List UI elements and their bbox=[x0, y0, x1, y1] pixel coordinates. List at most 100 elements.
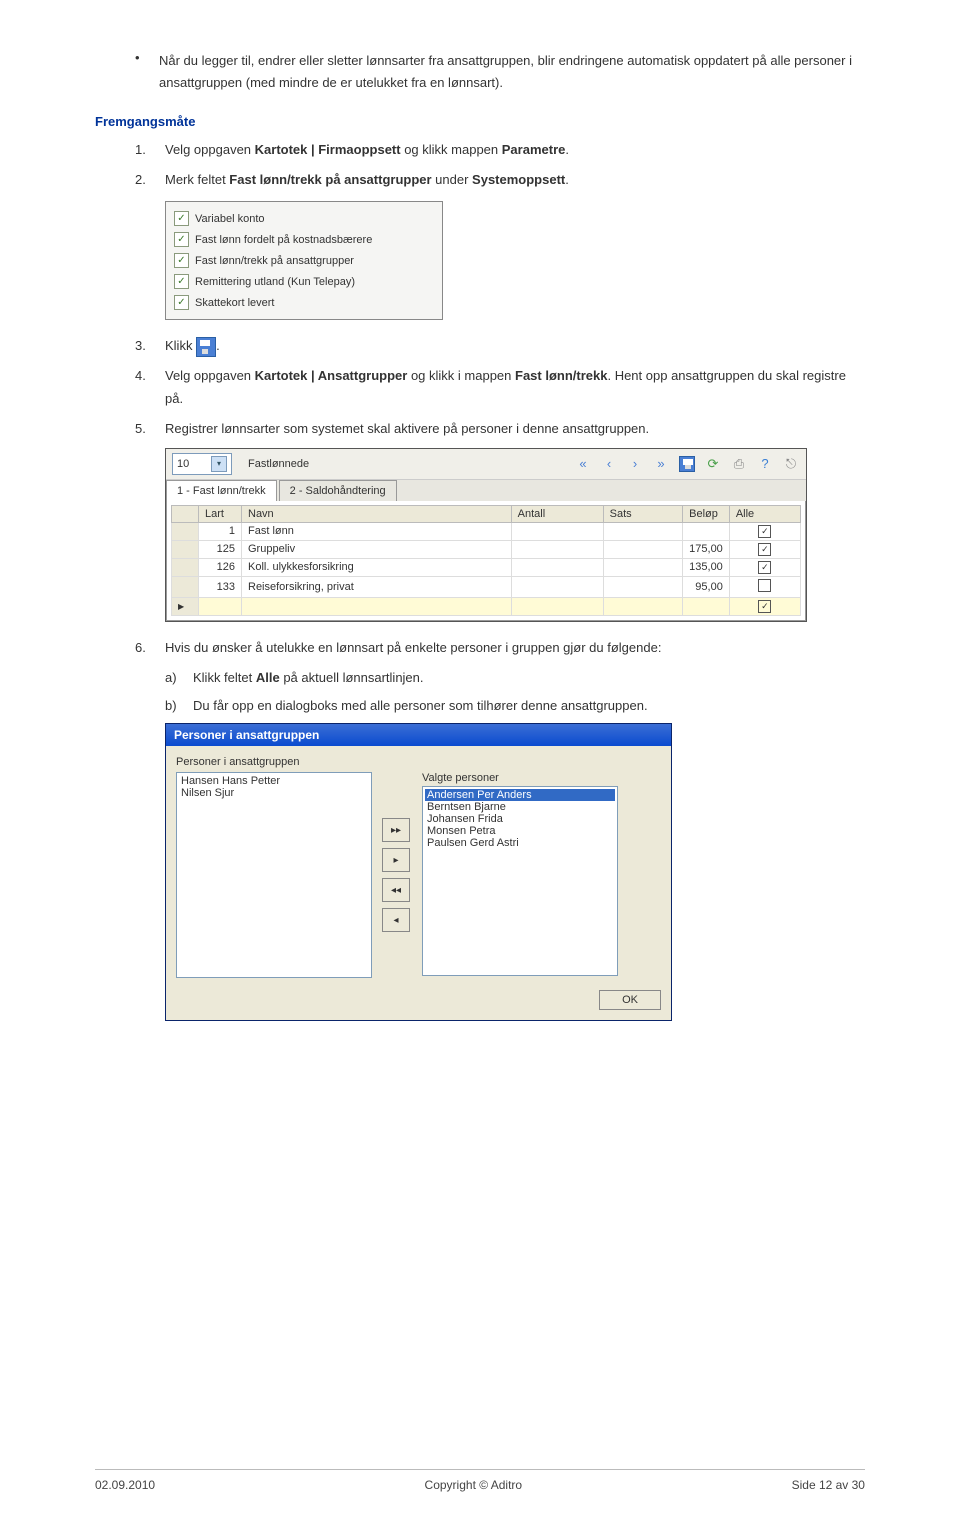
save-icon bbox=[196, 337, 216, 357]
exit-icon[interactable]: ⎋ bbox=[782, 455, 800, 473]
print-icon[interactable]: ⎙ bbox=[730, 455, 748, 473]
checkbox-label: Skattekort levert bbox=[195, 297, 274, 309]
page-footer: 02.09.2010 Copyright © Aditro Side 12 av… bbox=[95, 1469, 865, 1492]
footer-page: Side 12 av 30 bbox=[792, 1478, 865, 1492]
first-icon[interactable]: « bbox=[574, 455, 592, 473]
tab-fast-lonn[interactable]: 1 - Fast lønn/trekk bbox=[166, 480, 277, 501]
footer-copyright: Copyright © Aditro bbox=[425, 1478, 523, 1492]
checkbox-icon[interactable]: ✓ bbox=[758, 543, 771, 556]
list-item[interactable]: Nilsen Sjur bbox=[179, 787, 369, 799]
checkbox-row[interactable]: ✓ Remittering utland (Kun Telepay) bbox=[174, 271, 434, 292]
step-number: 1. bbox=[135, 139, 165, 161]
step-number: 5. bbox=[135, 418, 165, 440]
bullet-marker: • bbox=[135, 50, 159, 94]
prev-icon[interactable]: ‹ bbox=[600, 455, 618, 473]
step-number: 3. bbox=[135, 335, 165, 357]
step-number: 4. bbox=[135, 365, 165, 409]
step-text: Klikk . bbox=[165, 335, 865, 357]
substep-label: b) bbox=[165, 695, 193, 717]
step-text: Merk feltet Fast lønn/trekk på ansattgru… bbox=[165, 169, 865, 191]
checkbox-icon[interactable]: ✓ bbox=[174, 232, 189, 247]
checkbox-row[interactable]: ✓ Variabel konto bbox=[174, 208, 434, 229]
table-toolbar: 10 ▾ Fastlønnede « ‹ › » ⟳ ⎙ ? ⎋ bbox=[166, 449, 806, 480]
save-icon[interactable] bbox=[678, 455, 696, 473]
step-number: 2. bbox=[135, 169, 165, 191]
table-row[interactable]: 125 Gruppeliv 175,00 ✓ bbox=[172, 540, 801, 558]
step-text: Hvis du ønsker å utelukke en lønnsart på… bbox=[165, 637, 865, 659]
step-5: 5. Registrer lønnsarter som systemet ska… bbox=[135, 418, 865, 440]
next-icon[interactable]: › bbox=[626, 455, 644, 473]
persons-dialog: Personer i ansattgruppen Personer i ansa… bbox=[165, 723, 672, 1021]
procedure-heading: Fremgangsmåte bbox=[95, 114, 865, 129]
intro-text: Når du legger til, endrer eller sletter … bbox=[159, 50, 865, 94]
substep-text: Du får opp en dialogboks med alle person… bbox=[193, 695, 648, 717]
table-tabs: 1 - Fast lønn/trekk 2 - Saldohåndtering bbox=[166, 480, 806, 501]
list-item[interactable]: Hansen Hans Petter bbox=[179, 775, 369, 787]
wage-types-grid: Lart Navn Antall Sats Beløp Alle 1 Fast … bbox=[171, 505, 801, 616]
available-persons-list[interactable]: Hansen Hans Petter Nilsen Sjur bbox=[176, 772, 372, 978]
list-item-selected[interactable]: Andersen Per Anders bbox=[425, 789, 615, 801]
step-text: Registrer lønnsarter som systemet skal a… bbox=[165, 418, 865, 440]
list-item[interactable]: Berntsen Bjarne bbox=[425, 801, 615, 813]
chevron-down-icon[interactable]: ▾ bbox=[211, 456, 227, 472]
step-number: 6. bbox=[135, 637, 165, 659]
selected-persons-label: Valgte personer bbox=[422, 772, 618, 784]
checkbox-label: Fast lønn fordelt på kostnadsbærere bbox=[195, 234, 372, 246]
checkbox-icon[interactable]: ✓ bbox=[758, 525, 771, 538]
move-all-left-button[interactable]: ◂◂ bbox=[382, 878, 410, 902]
checkbox-icon[interactable]: ✓ bbox=[174, 253, 189, 268]
group-id-dropdown[interactable]: 10 ▾ bbox=[172, 453, 232, 475]
list-item[interactable]: Monsen Petra bbox=[425, 825, 615, 837]
step-text: Velg oppgaven Kartotek | Ansattgrupper o… bbox=[165, 365, 865, 409]
row-header-col bbox=[172, 505, 199, 522]
last-icon[interactable]: » bbox=[652, 455, 670, 473]
table-row[interactable]: 126 Koll. ulykkesforsikring 135,00 ✓ bbox=[172, 558, 801, 576]
selected-persons-list[interactable]: Andersen Per Anders Berntsen Bjarne Joha… bbox=[422, 786, 618, 976]
checkbox-label: Fast lønn/trekk på ansattgrupper bbox=[195, 255, 354, 267]
col-antall[interactable]: Antall bbox=[511, 505, 603, 522]
col-belop[interactable]: Beløp bbox=[683, 505, 730, 522]
system-settings-checkboxes: ✓ Variabel konto ✓ Fast lønn fordelt på … bbox=[165, 201, 443, 320]
move-left-button[interactable]: ◂ bbox=[382, 908, 410, 932]
ok-button[interactable]: OK bbox=[599, 990, 661, 1010]
list-item[interactable]: Paulsen Gerd Astri bbox=[425, 837, 615, 849]
checkbox-label: Remittering utland (Kun Telepay) bbox=[195, 276, 355, 288]
step-2: 2. Merk feltet Fast lønn/trekk på ansatt… bbox=[135, 169, 865, 191]
step-3: 3. Klikk . bbox=[135, 335, 865, 357]
step-text: Velg oppgaven Kartotek | Firmaoppsett og… bbox=[165, 139, 865, 161]
tab-saldo[interactable]: 2 - Saldohåndtering bbox=[279, 480, 397, 501]
checkbox-icon[interactable]: ✓ bbox=[174, 211, 189, 226]
move-all-right-button[interactable]: ▸▸ bbox=[382, 818, 410, 842]
checkbox-row[interactable]: ✓ Skattekort levert bbox=[174, 292, 434, 313]
checkbox-label: Variabel konto bbox=[195, 213, 265, 225]
checkbox-row[interactable]: ✓ Fast lønn fordelt på kostnadsbærere bbox=[174, 229, 434, 250]
checkbox-icon[interactable]: ✓ bbox=[174, 295, 189, 310]
col-navn[interactable]: Navn bbox=[242, 505, 512, 522]
col-sats[interactable]: Sats bbox=[603, 505, 683, 522]
step-4: 4. Velg oppgaven Kartotek | Ansattgruppe… bbox=[135, 365, 865, 409]
dialog-title: Personer i ansattgruppen bbox=[166, 724, 671, 746]
refresh-icon[interactable]: ⟳ bbox=[704, 455, 722, 473]
list-item[interactable]: Johansen Frida bbox=[425, 813, 615, 825]
checkbox-icon[interactable] bbox=[758, 579, 771, 592]
checkbox-row[interactable]: ✓ Fast lønn/trekk på ansattgrupper bbox=[174, 250, 434, 271]
checkbox-icon[interactable]: ✓ bbox=[758, 561, 771, 574]
table-row-active[interactable]: ✓ bbox=[172, 597, 801, 615]
checkbox-icon[interactable]: ✓ bbox=[758, 600, 771, 613]
intro-bullet: • Når du legger til, endrer eller slette… bbox=[135, 50, 865, 94]
employee-group-table: 10 ▾ Fastlønnede « ‹ › » ⟳ ⎙ ? ⎋ 1 - Fas… bbox=[165, 448, 807, 622]
move-right-button[interactable]: ▸ bbox=[382, 848, 410, 872]
checkbox-icon[interactable]: ✓ bbox=[174, 274, 189, 289]
step-6b: b) Du får opp en dialogboks med alle per… bbox=[165, 695, 865, 717]
step-1: 1. Velg oppgaven Kartotek | Firmaoppsett… bbox=[135, 139, 865, 161]
col-alle[interactable]: Alle bbox=[729, 505, 800, 522]
dialog-group-label: Personer i ansattgruppen bbox=[176, 756, 661, 768]
step-6a: a) Klikk feltet Alle på aktuell lønnsart… bbox=[165, 667, 865, 689]
substep-label: a) bbox=[165, 667, 193, 689]
table-row[interactable]: 133 Reiseforsikring, privat 95,00 bbox=[172, 576, 801, 597]
table-row[interactable]: 1 Fast lønn ✓ bbox=[172, 522, 801, 540]
help-icon[interactable]: ? bbox=[756, 455, 774, 473]
col-lart[interactable]: Lart bbox=[199, 505, 242, 522]
step-6: 6. Hvis du ønsker å utelukke en lønnsart… bbox=[135, 637, 865, 659]
group-name: Fastlønnede bbox=[248, 458, 309, 470]
